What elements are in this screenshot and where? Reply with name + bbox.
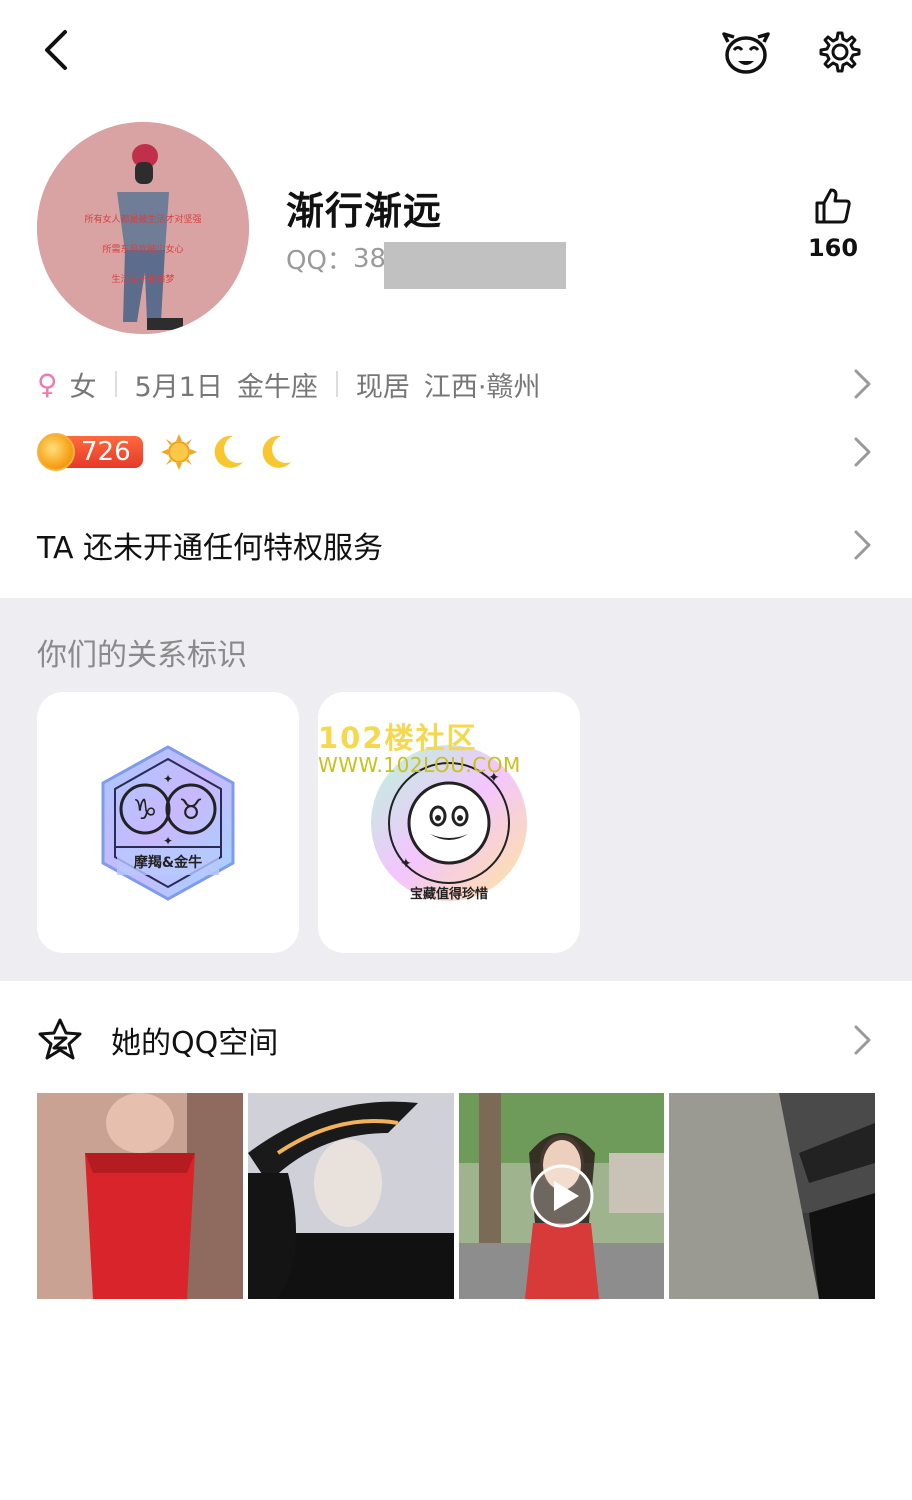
sun-icon (160, 434, 197, 470)
thumbs-up-icon (815, 188, 851, 224)
pet-button[interactable] (716, 22, 776, 82)
privilege-row[interactable]: TA 还未开通任何特权服务 (37, 520, 877, 570)
qzone-photo[interactable] (37, 1093, 243, 1299)
location-prefix: 现居 (355, 371, 410, 403)
coin-badge: 726 (37, 433, 143, 471)
moon-icon (262, 435, 291, 468)
treasure-badge-label: 宝藏值得珍惜 (410, 886, 488, 902)
settings-button[interactable] (810, 22, 870, 82)
photo-street-video (458, 1093, 665, 1299)
avatar-image: 所有女人都是被生活才对坚强 所需东风吹破少女心 生活有千般难梦 (37, 122, 249, 334)
qq-number[interactable]: QQ： 38 (286, 240, 386, 277)
coin-icon (37, 433, 75, 471)
privilege-text: TA 还未开通任何特权服务 (37, 531, 384, 566)
chevron-right-icon (854, 369, 871, 399)
zodiac-badge-icon: ♑ ♉ ✦ ✦ 摩羯&金牛 (101, 744, 235, 901)
svg-text:♑: ♑ (132, 793, 157, 826)
qzone-video-thumbnail[interactable] (458, 1093, 665, 1299)
avatar-caption-2: 所需东风吹破少女心 (102, 243, 183, 255)
avatar[interactable]: 所有女人都是被生活才对坚强 所需东风吹破少女心 生活有千般难梦 (37, 122, 249, 334)
female-icon: ♀ (37, 367, 58, 401)
photo-red-dress (37, 1093, 243, 1299)
chevron-right-icon (854, 437, 871, 467)
qq-label: QQ： (286, 246, 353, 276)
svg-text:♉: ♉ (178, 793, 203, 826)
pet-face-icon (722, 32, 770, 74)
gender-text: 女 (69, 371, 97, 403)
divider (335, 371, 338, 397)
zodiac-badge-label: 摩羯&金牛 (134, 854, 202, 871)
like-count: 160 (807, 234, 859, 262)
top-bar (0, 0, 912, 110)
like-button[interactable]: 160 (800, 186, 866, 276)
qzone-star-icon (38, 1018, 82, 1060)
photo-black-hat (247, 1093, 454, 1299)
relation-badge-card-zodiac[interactable]: ♑ ♉ ✦ ✦ 摩羯&金牛 (37, 692, 299, 953)
svg-text:✦: ✦ (400, 856, 412, 872)
watermark-url: WWW.102LOU.COM (318, 753, 521, 777)
watermark-title: 102楼社区 (318, 721, 478, 755)
qzone-photo[interactable] (247, 1093, 454, 1299)
qzone-photo[interactable] (669, 1093, 875, 1299)
site-watermark: 102楼社区 WWW.102LOU.COM (318, 721, 521, 777)
photo-car-seat (669, 1093, 875, 1299)
back-arrow-icon (45, 30, 67, 70)
qzone-row[interactable]: 她的QQ空间 (37, 1012, 877, 1068)
back-button[interactable] (28, 22, 84, 78)
moon-icon (214, 435, 243, 468)
avatar-caption-1: 所有女人都是被生活才对坚强 (84, 213, 201, 225)
svg-text:✦: ✦ (163, 772, 173, 786)
divider (114, 371, 117, 397)
level-row[interactable]: 726 (37, 430, 877, 474)
basic-info-row[interactable]: ♀ 女 5月1日 金牛座 现居 江西·赣州 (37, 362, 877, 406)
qq-prefix: 38 (352, 243, 387, 274)
qzone-photo-strip (37, 1093, 875, 1299)
qzone-title: 她的QQ空间 (111, 1026, 279, 1061)
svg-text:✦: ✦ (163, 834, 173, 848)
avatar-caption-3: 生活有千般难梦 (111, 273, 174, 285)
birthday-text: 5月1日 (134, 371, 223, 403)
zodiac-text: 金牛座 (236, 371, 318, 403)
qq-redaction-block (384, 242, 566, 289)
location-text: 江西·赣州 (423, 371, 541, 403)
nickname: 渐行渐远 (286, 189, 443, 233)
gear-icon (819, 31, 861, 73)
chevron-right-icon (854, 1025, 871, 1055)
relation-title: 你们的关系标识 (37, 638, 247, 673)
chevron-right-icon (854, 530, 871, 560)
